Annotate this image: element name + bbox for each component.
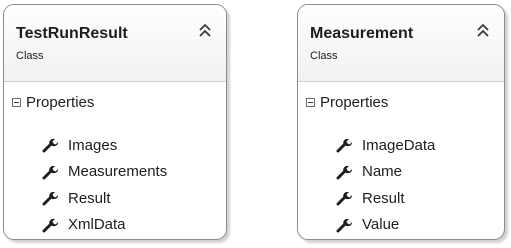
properties-section-header[interactable]: Properties — [306, 93, 388, 111]
property-label: XmlData — [68, 216, 126, 233]
property-item[interactable]: Value — [336, 212, 435, 238]
class-kind: Class — [310, 50, 338, 62]
property-item[interactable]: Images — [42, 132, 167, 158]
section-label: Properties — [320, 93, 389, 111]
class-name: TestRunResult — [16, 25, 128, 42]
class-header: TestRunResult Class — [4, 5, 226, 82]
wrench-icon — [336, 165, 352, 179]
wrench-icon — [42, 191, 58, 206]
wrench-icon — [336, 218, 352, 232]
minus-box-icon[interactable] — [306, 97, 315, 107]
property-label: Result — [362, 189, 405, 207]
class-box-measurement[interactable]: Measurement Class Properties ImageData N… — [297, 4, 505, 240]
property-list: ImageData Name Result Value — [336, 132, 435, 238]
double-chevron-up-icon[interactable] — [476, 23, 490, 39]
class-box-testrunresult[interactable]: TestRunResult Class Properties Images Me… — [3, 4, 227, 240]
class-header: Measurement Class — [298, 5, 504, 82]
wrench-icon — [42, 138, 58, 153]
property-item[interactable]: Result — [336, 185, 435, 211]
double-chevron-up-icon[interactable] — [198, 23, 212, 39]
property-item[interactable]: Name — [336, 159, 435, 185]
property-item[interactable]: Result — [42, 185, 167, 211]
wrench-icon — [336, 191, 352, 206]
wrench-icon — [42, 218, 58, 232]
wrench-icon — [336, 138, 352, 153]
property-label: Name — [362, 163, 403, 180]
wrench-icon — [42, 165, 58, 179]
class-kind: Class — [16, 50, 44, 62]
property-label: ImageData — [362, 136, 436, 154]
property-label: Value — [362, 216, 400, 233]
section-label: Properties — [26, 93, 95, 111]
minus-box-icon[interactable] — [12, 97, 21, 107]
property-item[interactable]: XmlData — [42, 212, 167, 238]
property-label: Result — [68, 189, 111, 207]
class-name: Measurement — [310, 25, 414, 42]
property-label: Measurements — [68, 163, 168, 180]
property-item[interactable]: ImageData — [336, 132, 435, 158]
property-list: Images Measurements Result XmlData — [42, 132, 167, 238]
property-label: Images — [68, 136, 118, 154]
properties-section-header[interactable]: Properties — [12, 93, 94, 111]
property-item[interactable]: Measurements — [42, 159, 167, 185]
